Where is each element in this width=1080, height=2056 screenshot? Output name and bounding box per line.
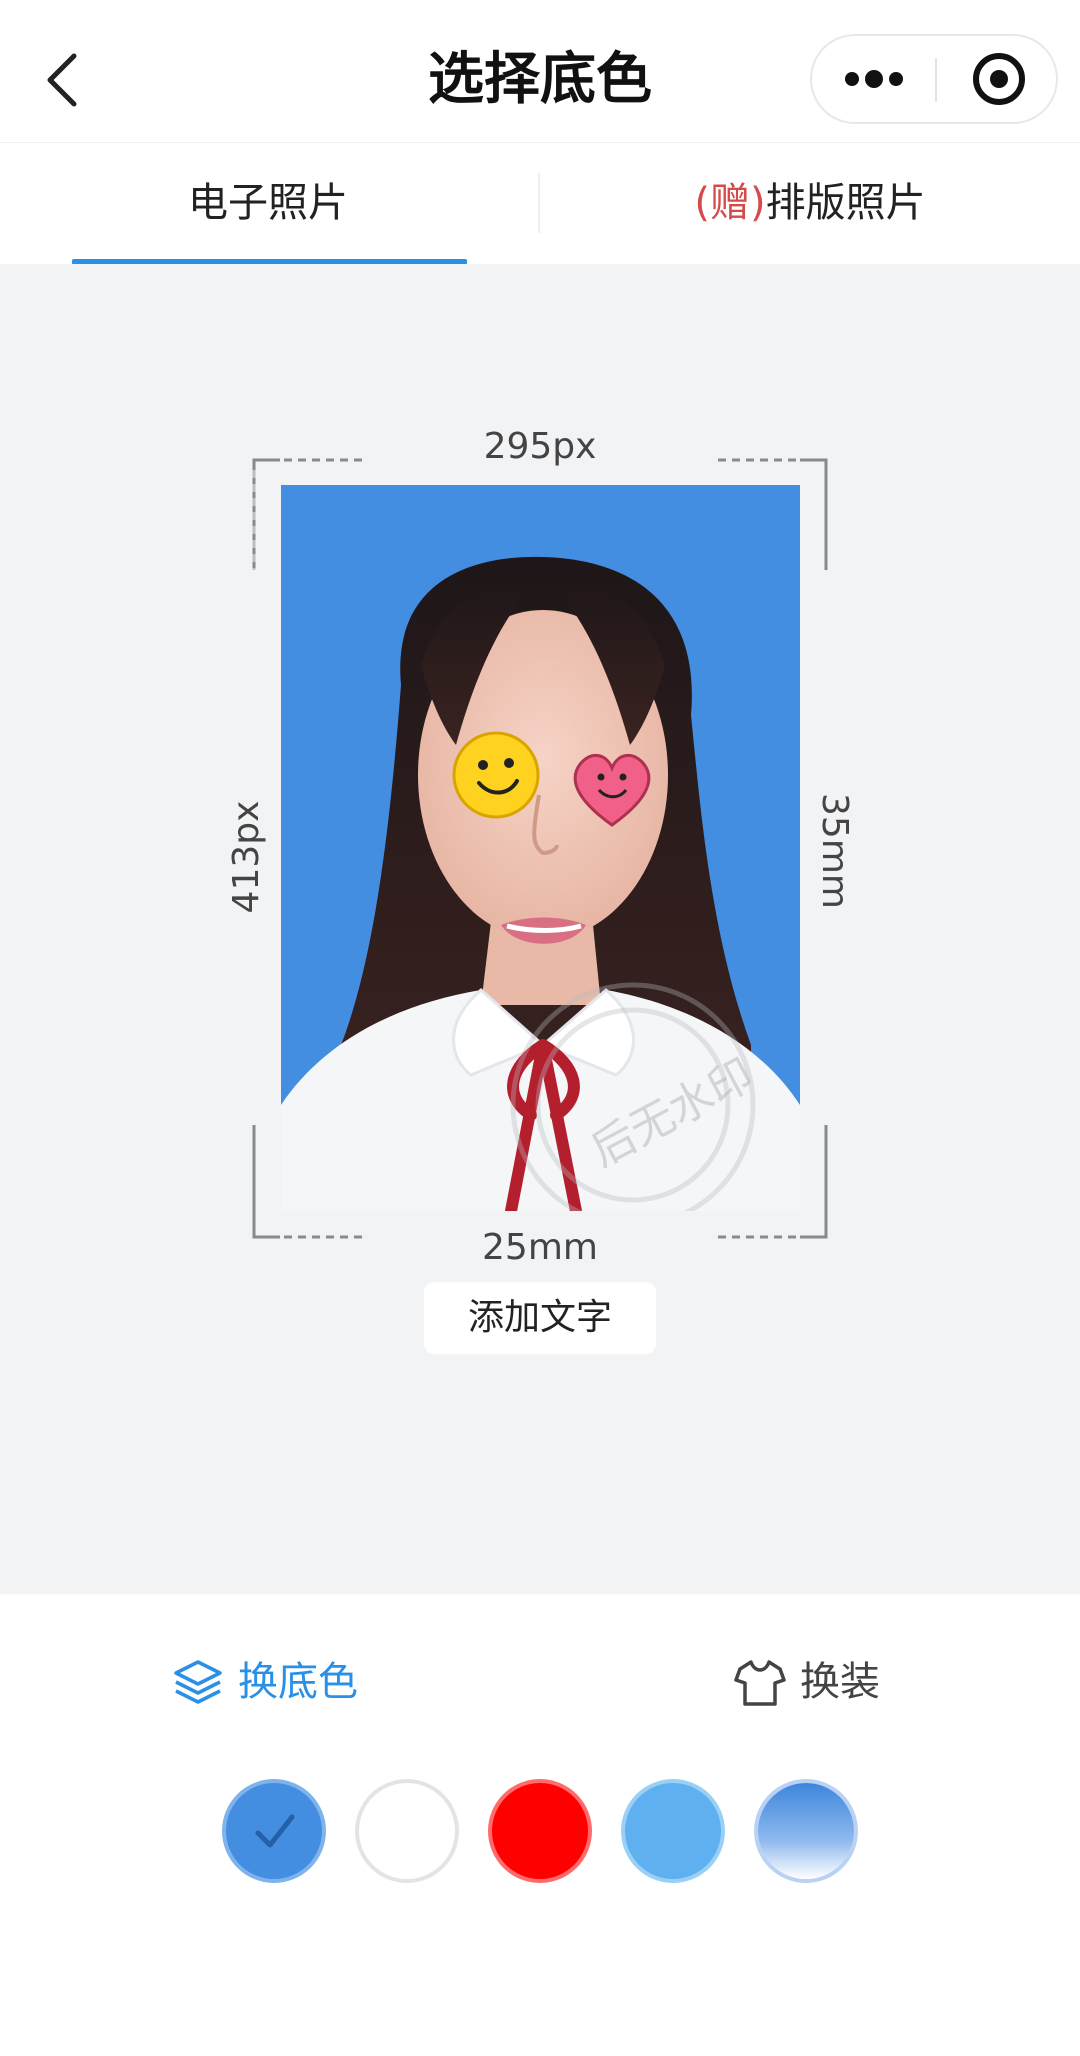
swatch-white[interactable] <box>359 1783 455 1879</box>
height-mm-label: 35mm <box>814 793 855 909</box>
more-dots-icon <box>845 70 903 88</box>
check-icon <box>255 1814 295 1848</box>
width-pixels-label: 295px <box>483 426 597 467</box>
tab-electronic-photo[interactable]: 电子照片 <box>0 143 540 265</box>
target-circle-icon <box>973 53 1025 105</box>
mini-program-capsule <box>810 34 1058 124</box>
change-background-option[interactable]: 换底色 <box>172 1642 372 1722</box>
tab-electronic-photo-label: 电子照片 <box>188 180 348 226</box>
width-mm-label: 25mm <box>482 1227 598 1268</box>
swatch-gradient-blue[interactable] <box>758 1783 854 1879</box>
change-outfit-label: 换装 <box>800 1659 880 1705</box>
id-photo: 后无水印 <box>281 485 800 1211</box>
add-text-button[interactable]: 添加文字 <box>424 1282 656 1354</box>
change-background-label: 换底色 <box>238 1659 358 1705</box>
gift-badge: (赠) <box>694 180 766 226</box>
swatch-light-blue[interactable] <box>625 1783 721 1879</box>
portrait-illustration: 后无水印 <box>281 485 800 1211</box>
tshirt-icon <box>734 1660 786 1706</box>
change-outfit-option[interactable]: 换装 <box>734 1642 914 1722</box>
swatch-red[interactable] <box>492 1783 588 1879</box>
navigation-bar: 选择底色 <box>0 0 1080 142</box>
close-miniprogram-button[interactable] <box>937 36 1058 122</box>
layers-icon <box>174 1660 222 1704</box>
height-pixels-label: 413px <box>226 800 267 914</box>
chevron-left-icon <box>47 53 77 107</box>
more-button[interactable] <box>812 36 935 122</box>
tab-layout-photo-label: 排版照片 <box>765 180 926 226</box>
tab-layout-photo[interactable]: (赠)排版照片 <box>540 143 1080 265</box>
swatch-blue[interactable] <box>226 1783 322 1879</box>
back-button[interactable] <box>40 50 88 110</box>
photo-type-tabs: 电子照片 (赠)排版照片 <box>0 142 1080 265</box>
